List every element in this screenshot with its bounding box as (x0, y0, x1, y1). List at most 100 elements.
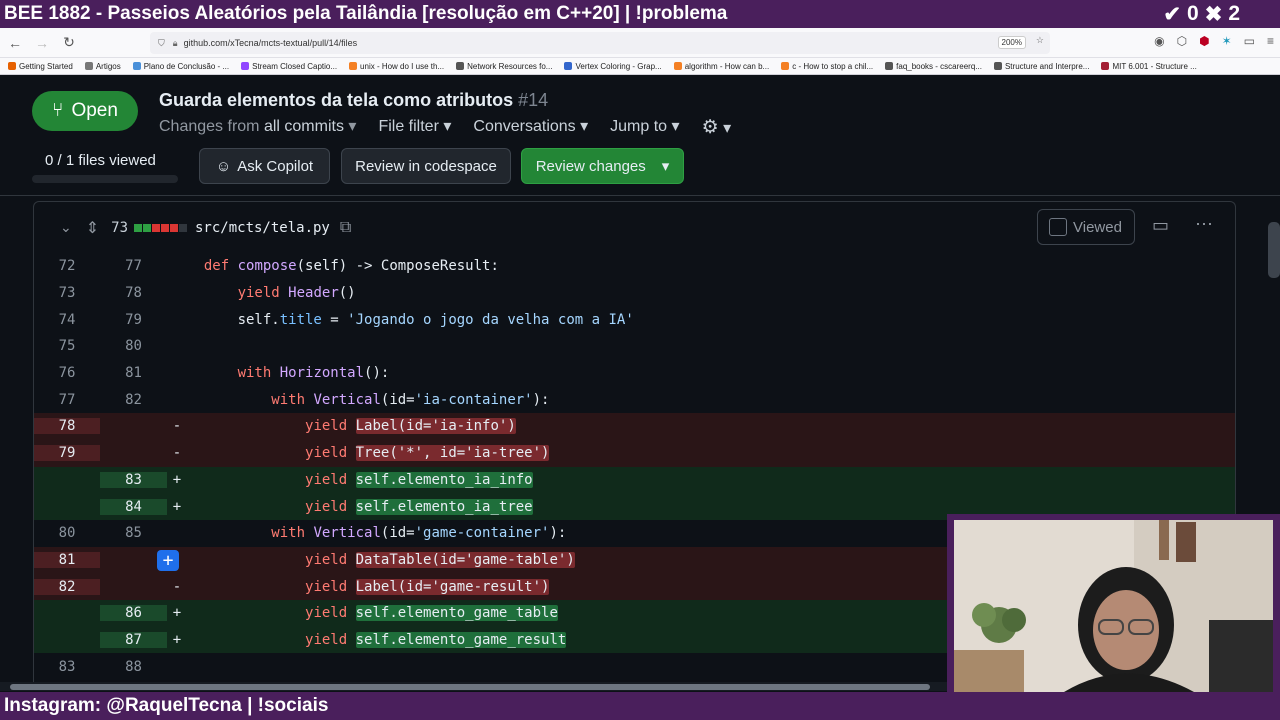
account-icon[interactable]: ◉ (1154, 34, 1164, 48)
old-line-number[interactable]: 79 (34, 445, 100, 462)
bookmark-label: Getting Started (19, 61, 73, 71)
old-line-number[interactable]: 77 (34, 392, 100, 408)
conversations-dropdown[interactable]: Conversations ▾ (473, 116, 588, 139)
file-filter-label: File filter (378, 118, 439, 135)
files-viewed-count: 0 / 1 files viewed (45, 152, 156, 169)
changes-prefix: Changes from (159, 118, 260, 135)
pr-state-badge: ⑂ Open (32, 91, 138, 131)
check-count: 0 (1187, 1, 1199, 25)
reload-icon[interactable]: ↻ (57, 31, 81, 55)
url-text: github.com/xTecna/mcts-textual/pull/14/f… (183, 38, 358, 48)
webcam-overlay (947, 514, 1280, 692)
conversations-label: Conversations (473, 118, 576, 135)
review-codespace-button[interactable]: Review in codespace (341, 148, 511, 184)
bookmark-label: MIT 6.001 - Structure ... (1112, 61, 1197, 71)
diff-line: 72 77 def compose(self) -> ComposeResult: (34, 253, 1235, 280)
bookmark-label: algorithm - How can b... (684, 61, 770, 71)
url-bar[interactable]: ⛉ 🔒︎ github.com/xTecna/mcts-textual/pull… (150, 32, 1050, 54)
forward-icon[interactable]: → (30, 31, 54, 55)
puzzle-icon[interactable]: ✶ (1222, 34, 1232, 48)
copy-icon[interactable]: ⧉ (340, 219, 351, 237)
comment-icon[interactable]: ▭ (1152, 215, 1169, 236)
pocket-icon[interactable]: ⬡ (1177, 34, 1187, 48)
bookmark-favicon-icon (1101, 62, 1110, 70)
copilot-icon: ☺ (215, 157, 232, 175)
bookmark-item[interactable]: Stream Closed Captio... (241, 62, 337, 71)
new-line-number[interactable]: 80 (100, 338, 167, 354)
new-line-number[interactable]: 86 (100, 605, 167, 622)
settings-dropdown[interactable]: ⚙ ▾ (702, 116, 732, 139)
bookmark-item[interactable]: MIT 6.001 - Structure ... (1101, 61, 1197, 71)
file-filter-dropdown[interactable]: File filter ▾ (378, 116, 451, 139)
changes-value: all commits (263, 118, 344, 135)
old-line-number[interactable]: 81 (34, 551, 100, 568)
bookmark-label: Structure and Interpre... (1004, 61, 1090, 71)
sidebar-icon[interactable]: ▭ (1244, 34, 1255, 48)
new-line-number[interactable]: 82 (100, 392, 167, 408)
new-line-number[interactable]: 83 (100, 471, 167, 488)
ask-copilot-label: Ask Copilot (237, 157, 314, 175)
viewed-label: Viewed (1073, 218, 1122, 236)
stream-score: ✔ 0 ✖ 2 (1163, 2, 1240, 27)
jump-to-dropdown[interactable]: Jump to ▾ (610, 116, 679, 139)
old-line-number[interactable]: 82 (34, 578, 100, 595)
horizontal-scrollbar[interactable] (0, 682, 947, 691)
bookmark-item[interactable]: unix - How do I use th... (349, 62, 444, 71)
new-line-number[interactable]: 88 (100, 659, 167, 675)
changes-from-dropdown[interactable]: Changes from all commits ▾ (159, 116, 356, 139)
bookmark-favicon-icon (993, 62, 1002, 70)
jump-to-label: Jump to (610, 118, 668, 135)
star-icon[interactable]: ☆ (1036, 35, 1044, 46)
chevron-down-icon[interactable]: ⌄ (60, 219, 72, 236)
caret-down-icon: ▾ (661, 158, 670, 175)
old-line-number[interactable]: 74 (34, 312, 100, 328)
bookmark-item[interactable]: Plano de Conclusão - ... (132, 62, 229, 71)
diff-line: 77 82 with Vertical(id='ia-container'): (34, 386, 1235, 413)
bookmark-item[interactable]: Vertex Coloring - Grap... (564, 62, 662, 71)
new-line-number[interactable]: 81 (100, 365, 167, 381)
bookmark-item[interactable]: algorithm - How can b... (673, 61, 770, 71)
old-line-number[interactable]: 75 (34, 338, 100, 354)
vertical-scrollbar[interactable] (1268, 222, 1280, 278)
menu-icon[interactable]: ≡ (1267, 34, 1274, 48)
old-line-number[interactable]: 80 (34, 525, 100, 541)
back-icon[interactable]: ← (3, 31, 27, 55)
diff-line: 75 80 (34, 333, 1235, 360)
kebab-menu-icon[interactable]: ⋯ (1195, 214, 1213, 235)
old-line-number[interactable]: 83 (34, 659, 100, 675)
new-line-number[interactable]: 84 (100, 498, 167, 515)
new-line-number[interactable]: 77 (100, 258, 167, 274)
pr-title-text: Guarda elementos da tela como atributos (159, 90, 514, 110)
bookmark-item[interactable]: faq_books - cscareerq... (885, 62, 982, 71)
new-line-number[interactable]: 79 (100, 312, 167, 328)
bookmark-item[interactable]: Structure and Interpre... (993, 61, 1090, 71)
review-changes-button[interactable]: Review changes ▾ (521, 148, 684, 184)
webcam-scene (954, 520, 1273, 692)
old-line-number[interactable]: 76 (34, 365, 100, 381)
code-line: with Horizontal(): (237, 365, 390, 382)
old-line-number[interactable]: 73 (34, 285, 100, 301)
new-line-number[interactable]: 85 (100, 525, 167, 541)
add-comment-button[interactable]: + (157, 549, 179, 571)
zoom-badge[interactable]: 200% (997, 36, 1026, 49)
viewed-checkbox[interactable]: Viewed (1037, 209, 1135, 245)
check-icon: ✔ (1163, 2, 1182, 26)
file-path[interactable]: src/mcts/tela.py (195, 220, 330, 236)
bookmark-favicon-icon (8, 62, 16, 70)
checkbox-icon (1049, 218, 1067, 236)
new-line-number[interactable]: 78 (100, 285, 167, 301)
bookmark-item[interactable]: Network Resources fo... (456, 62, 552, 71)
ask-copilot-button[interactable]: ☺ Ask Copilot (199, 148, 330, 184)
old-line-number[interactable]: 72 (34, 258, 100, 274)
bookmark-item[interactable]: c - How to stop a chil... (781, 62, 873, 71)
scrollbar-thumb[interactable] (10, 684, 930, 690)
caret-down-icon: ▾ (580, 118, 589, 135)
new-line-number[interactable]: 87 (100, 631, 167, 648)
extension-icon[interactable]: ⬢ (1199, 34, 1209, 48)
bookmark-label: Artigos (95, 61, 121, 71)
bookmark-item[interactable]: Artigos (84, 61, 121, 71)
bookmark-item[interactable]: Getting Started (8, 62, 73, 71)
header-divider (0, 195, 1280, 196)
old-line-number[interactable]: 78 (34, 418, 100, 435)
expand-icon[interactable]: ⇕ (86, 218, 99, 238)
